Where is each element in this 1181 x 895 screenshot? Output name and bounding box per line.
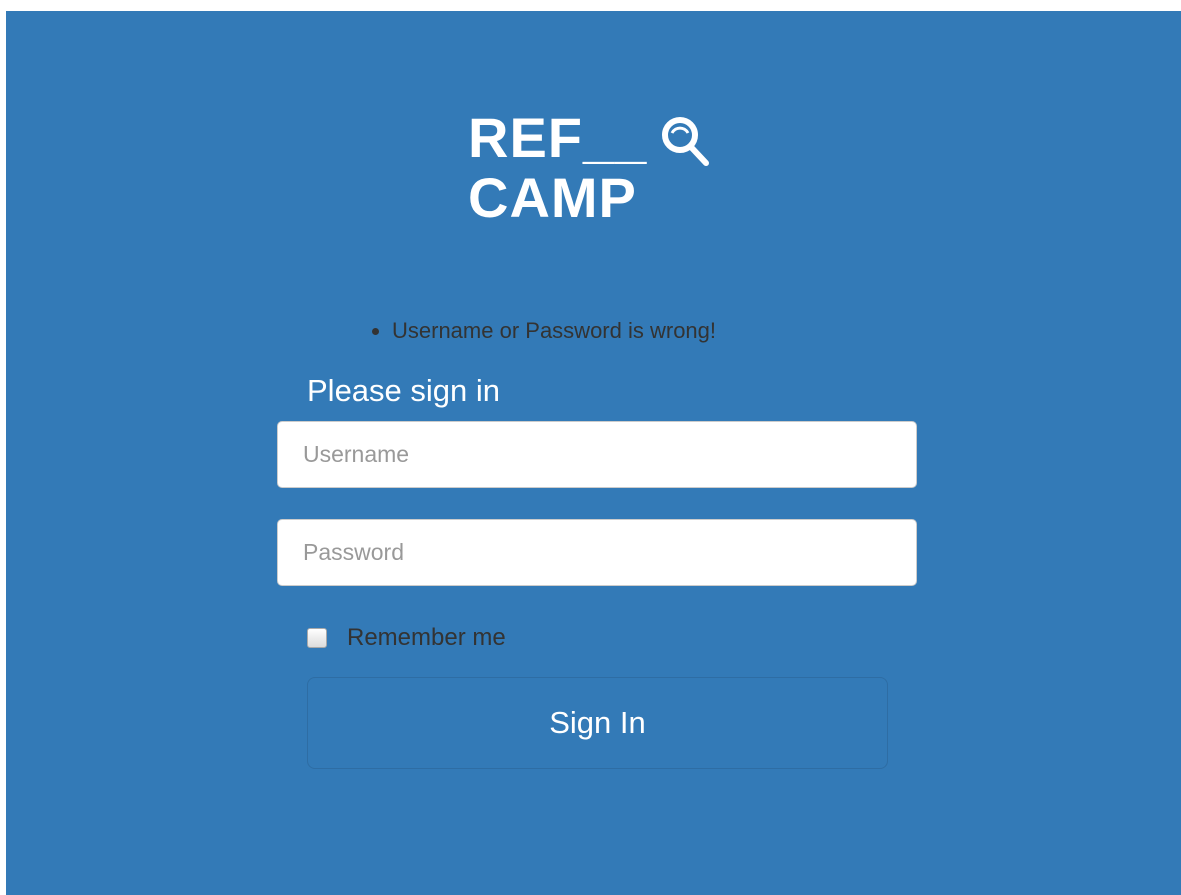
refcamp-logo: REF__ CAMP [468, 100, 728, 240]
error-message: Username or Password is wrong! [392, 317, 716, 345]
username-input[interactable] [277, 421, 917, 488]
remember-me-checkbox[interactable] [307, 628, 327, 648]
password-input[interactable] [277, 519, 917, 586]
sign-in-button[interactable]: Sign In [307, 677, 888, 769]
error-list: Username or Password is wrong! [350, 317, 716, 345]
remember-me-option[interactable]: Remember me [307, 623, 506, 653]
remember-me-label: Remember me [347, 624, 506, 651]
sign-in-heading: Please sign in [307, 373, 501, 408]
magnifier-icon [662, 117, 709, 166]
login-panel: REF__ CAMP Username or Password is wrong… [6, 11, 1181, 895]
logo-line-ref: REF__ [468, 106, 648, 169]
logo-line-camp: CAMP [468, 166, 637, 229]
